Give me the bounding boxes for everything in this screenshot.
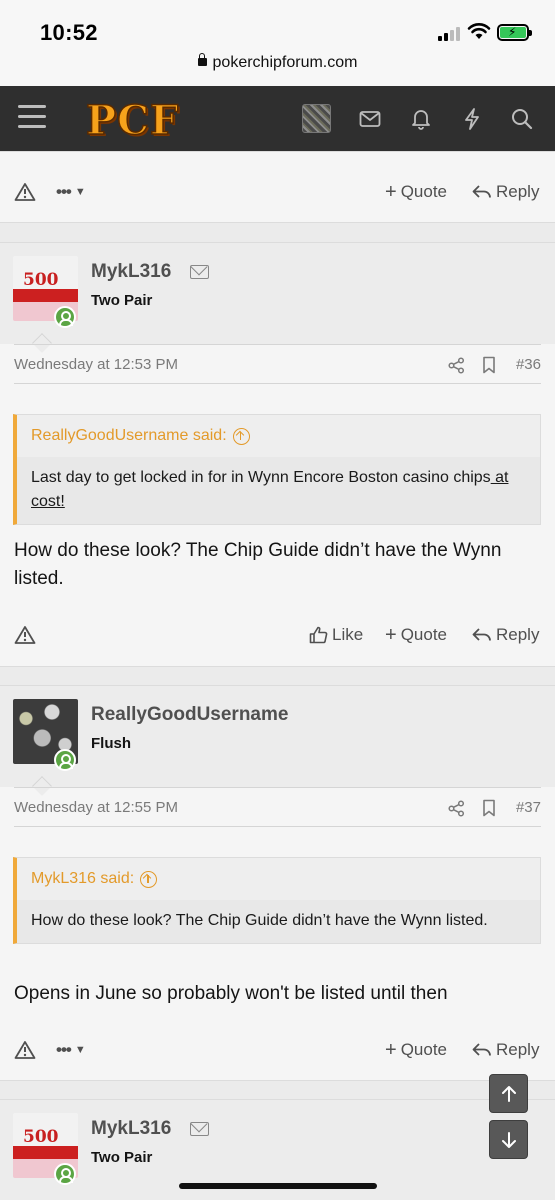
post-message: How do these look? The Chip Guide didn’t… xyxy=(14,540,502,589)
plus-icon: + xyxy=(385,1038,397,1061)
reply-icon xyxy=(472,628,491,641)
username[interactable]: MykL316 xyxy=(91,261,171,283)
post: 500 MykL316 Two Pair Wednesday at 12:53 … xyxy=(0,242,555,667)
post-meta: Wednesday at 12:53 PM #36 xyxy=(14,344,541,384)
more-label: ••• xyxy=(56,1040,72,1059)
quote-body: Last day to get locked in for in Wynn En… xyxy=(17,457,540,524)
reply-button[interactable]: Reply xyxy=(472,625,539,645)
quote-label: Quote xyxy=(400,1040,447,1059)
like-label: Like xyxy=(332,625,364,644)
search-icon[interactable] xyxy=(507,104,537,134)
site-header: PCF xyxy=(0,86,555,151)
thumbs-up-icon xyxy=(309,626,328,644)
quote-text: How do these look? The Chip Guide didn’t… xyxy=(31,912,488,929)
site-logo[interactable]: PCF xyxy=(85,96,179,145)
share-icon[interactable] xyxy=(448,357,465,374)
plus-icon: + xyxy=(385,180,397,203)
quote-block: MykL316 said: How do these look? The Chi… xyxy=(13,857,541,944)
quote-button[interactable]: + Quote xyxy=(385,1040,447,1060)
inbox-icon[interactable] xyxy=(355,104,385,134)
post-message: Opens in June so probably won't be liste… xyxy=(14,983,448,1004)
online-status-icon xyxy=(54,749,76,771)
post-actions: ••• ▼ + Quote Reply xyxy=(0,1032,555,1072)
post-number[interactable]: #37 xyxy=(516,799,541,816)
reply-button[interactable]: Reply xyxy=(472,182,539,202)
quote-text: Last day to get locked in for in Wynn En… xyxy=(31,469,491,486)
quote-block: ReallyGoodUsername said: Last day to get… xyxy=(13,414,541,525)
url-text: pokerchipforum.com xyxy=(212,54,358,71)
quote-button[interactable]: + Quote xyxy=(385,182,447,202)
quote-label: Quote xyxy=(400,182,447,201)
signal-icon xyxy=(438,27,460,41)
quote-label: Quote xyxy=(400,625,447,644)
post-actions: Like + Quote Reply xyxy=(0,617,555,657)
reply-icon xyxy=(472,1043,491,1056)
address-bar[interactable]: pokerchipforum.com xyxy=(0,53,555,72)
post: ReallyGoodUsername Flush Wednesday at 12… xyxy=(0,685,555,1081)
arrow-up-icon xyxy=(501,1085,516,1102)
user-title: Two Pair xyxy=(91,292,153,309)
reply-label: Reply xyxy=(496,625,540,644)
post-date[interactable]: Wednesday at 12:53 PM xyxy=(14,356,178,373)
user-title: Flush xyxy=(91,735,131,752)
post-footer-previous: ••• ▼ + Quote Reply xyxy=(0,151,555,223)
battery-icon: ⚡ xyxy=(497,24,532,41)
share-icon[interactable] xyxy=(448,800,465,817)
online-status-icon xyxy=(54,1163,76,1185)
username[interactable]: MykL316 xyxy=(91,1118,171,1140)
more-label: ••• xyxy=(56,182,72,201)
user-title: Two Pair xyxy=(91,1149,153,1166)
plus-icon: + xyxy=(385,623,397,646)
like-button[interactable]: Like xyxy=(309,625,363,645)
chevron-down-icon: ▼ xyxy=(74,1044,86,1056)
chevron-down-icon: ▼ xyxy=(74,186,86,198)
user-avatar-button[interactable] xyxy=(302,104,331,133)
post-actions: ••• ▼ + Quote Reply xyxy=(0,174,555,214)
post-number[interactable]: #36 xyxy=(516,356,541,373)
report-icon[interactable] xyxy=(14,182,36,202)
scroll-bottom-button[interactable] xyxy=(489,1120,528,1159)
bell-icon[interactable] xyxy=(406,104,436,134)
quote-author: ReallyGoodUsername said: xyxy=(31,427,227,444)
whats-new-icon[interactable] xyxy=(457,104,487,134)
quote-author: MykL316 said: xyxy=(31,870,135,887)
message-icon[interactable] xyxy=(190,265,209,279)
reply-button[interactable]: Reply xyxy=(472,1040,539,1060)
message-icon[interactable] xyxy=(190,1122,209,1136)
bookmark-icon[interactable] xyxy=(482,799,496,817)
reply-label: Reply xyxy=(496,182,540,201)
report-icon[interactable] xyxy=(14,1040,36,1060)
post-meta: Wednesday at 12:55 PM #37 xyxy=(14,787,541,827)
arrow-up-circle-icon[interactable] xyxy=(232,427,250,445)
arrow-up-circle-icon[interactable] xyxy=(140,870,158,888)
online-status-icon xyxy=(54,306,76,328)
status-time: 10:52 xyxy=(40,20,98,45)
quote-header[interactable]: ReallyGoodUsername said: xyxy=(17,415,540,457)
home-indicator[interactable] xyxy=(179,1183,377,1189)
username[interactable]: ReallyGoodUsername xyxy=(91,704,288,726)
reply-label: Reply xyxy=(496,1040,540,1059)
more-options-button[interactable]: ••• ▼ xyxy=(56,182,86,202)
quote-button[interactable]: + Quote xyxy=(385,625,447,645)
more-options-button[interactable]: ••• ▼ xyxy=(56,1040,86,1060)
report-icon[interactable] xyxy=(14,625,36,645)
bookmark-icon[interactable] xyxy=(482,356,496,374)
post-date[interactable]: Wednesday at 12:55 PM xyxy=(14,799,178,816)
quote-header[interactable]: MykL316 said: xyxy=(17,858,540,900)
lock-icon xyxy=(197,53,207,66)
wifi-icon xyxy=(467,23,491,39)
user-block: 500 MykL316 Two Pair xyxy=(0,243,555,344)
reply-icon xyxy=(472,185,491,198)
scroll-top-button[interactable] xyxy=(489,1074,528,1113)
menu-icon[interactable] xyxy=(18,105,46,129)
quote-body: How do these look? The Chip Guide didn’t… xyxy=(17,900,540,943)
status-bar: 10:52 ⚡ pokerchipforum.com xyxy=(0,0,555,86)
user-block: ReallyGoodUsername Flush xyxy=(0,686,555,787)
arrow-down-icon xyxy=(501,1131,516,1148)
